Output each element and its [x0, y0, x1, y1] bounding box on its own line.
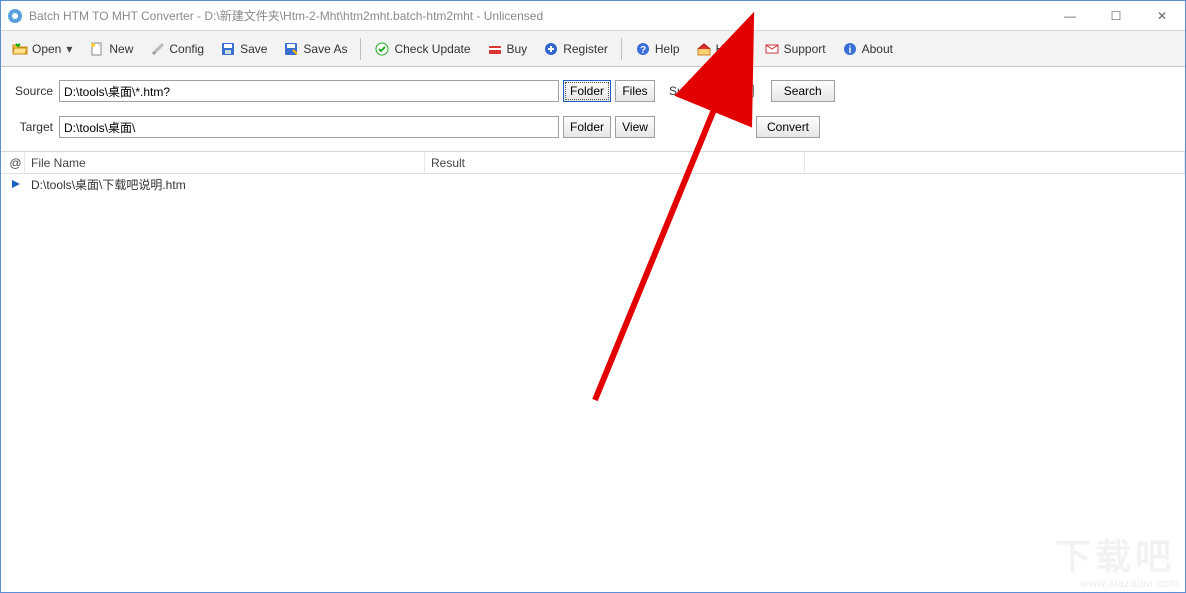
watermark-url: www.xiazaiba.com [1081, 578, 1179, 590]
save-icon [220, 41, 236, 57]
about-icon: i [842, 41, 858, 57]
about-button[interactable]: i About [835, 36, 900, 62]
source-input[interactable] [59, 80, 559, 102]
toolbar-separator [621, 38, 622, 60]
file-name-cell: D:\tools\桌面\下载吧说明.htm [25, 176, 425, 193]
buy-icon [487, 41, 503, 57]
register-icon [543, 41, 559, 57]
target-view-button[interactable]: View [615, 116, 655, 138]
maximize-button[interactable]: ☐ [1093, 1, 1139, 31]
home-label: Home [716, 42, 748, 56]
help-button[interactable]: ? Help [628, 36, 687, 62]
list-item[interactable]: D:\tools\桌面\下载吧说明.htm [1, 174, 1185, 194]
toolbar-separator [360, 38, 361, 60]
check-update-icon [374, 41, 390, 57]
save-button[interactable]: Save [213, 36, 274, 62]
about-label: About [862, 42, 893, 56]
support-label: Support [784, 42, 826, 56]
subfolders-label: Sub folders [669, 84, 730, 98]
buy-label: Buy [507, 42, 528, 56]
source-label: Source [11, 84, 53, 98]
close-button[interactable]: ✕ [1139, 1, 1185, 31]
check-update-button[interactable]: Check Update [367, 36, 477, 62]
save-as-icon [283, 41, 299, 57]
source-folder-button[interactable]: Folder [563, 80, 611, 102]
home-icon [696, 41, 712, 57]
column-at[interactable]: @ [1, 152, 25, 173]
save-as-button[interactable]: Save As [276, 36, 354, 62]
save-as-label: Save As [303, 42, 347, 56]
support-icon [764, 41, 780, 57]
dropdown-caret-icon[interactable]: ▾ [65, 42, 73, 56]
list-header: @ File Name Result [1, 152, 1185, 174]
buy-button[interactable]: Buy [480, 36, 535, 62]
save-label: Save [240, 42, 267, 56]
source-files-button[interactable]: Files [615, 80, 655, 102]
new-label: New [109, 42, 133, 56]
config-label: Config [169, 42, 204, 56]
config-button[interactable]: Config [142, 36, 211, 62]
subfolders-checkbox[interactable] [740, 84, 754, 98]
file-list[interactable]: D:\tools\桌面\下载吧说明.htm 下载吧 www.xiazaiba.c… [1, 174, 1185, 592]
toolbar: Open ▾ New Config Save Save As Check Upd… [1, 31, 1185, 67]
svg-text:i: i [848, 45, 851, 56]
column-file-name[interactable]: File Name [25, 152, 425, 173]
register-button[interactable]: Register [536, 36, 615, 62]
column-result[interactable]: Result [425, 152, 805, 173]
titlebar[interactable]: Batch HTM TO MHT Converter - D:\新建文件夹\Ht… [1, 1, 1185, 31]
svg-text:?: ? [640, 45, 646, 56]
new-button[interactable]: New [82, 36, 140, 62]
window-title: Batch HTM TO MHT Converter - D:\新建文件夹\Ht… [29, 7, 543, 24]
watermark-logo: 下载吧 [1055, 528, 1175, 580]
help-label: Help [655, 42, 680, 56]
check-update-label: Check Update [394, 42, 470, 56]
target-input[interactable] [59, 116, 559, 138]
open-button[interactable]: Open ▾ [5, 36, 80, 62]
search-button[interactable]: Search [771, 80, 835, 102]
paths-panel: Source Folder Files Sub folders Search T… [1, 67, 1185, 152]
config-icon [149, 41, 165, 57]
convert-button[interactable]: Convert [756, 116, 820, 138]
home-button[interactable]: Home [689, 36, 755, 62]
target-label: Target [11, 120, 53, 134]
target-folder-button[interactable]: Folder [563, 116, 611, 138]
open-label: Open [32, 42, 61, 56]
column-spacer [805, 152, 1185, 173]
app-icon [7, 8, 23, 24]
register-label: Register [563, 42, 608, 56]
new-file-icon [89, 41, 105, 57]
open-folder-icon [12, 41, 28, 57]
minimize-button[interactable]: — [1047, 1, 1093, 31]
support-button[interactable]: Support [757, 36, 833, 62]
help-icon: ? [635, 41, 651, 57]
play-icon [1, 179, 25, 189]
